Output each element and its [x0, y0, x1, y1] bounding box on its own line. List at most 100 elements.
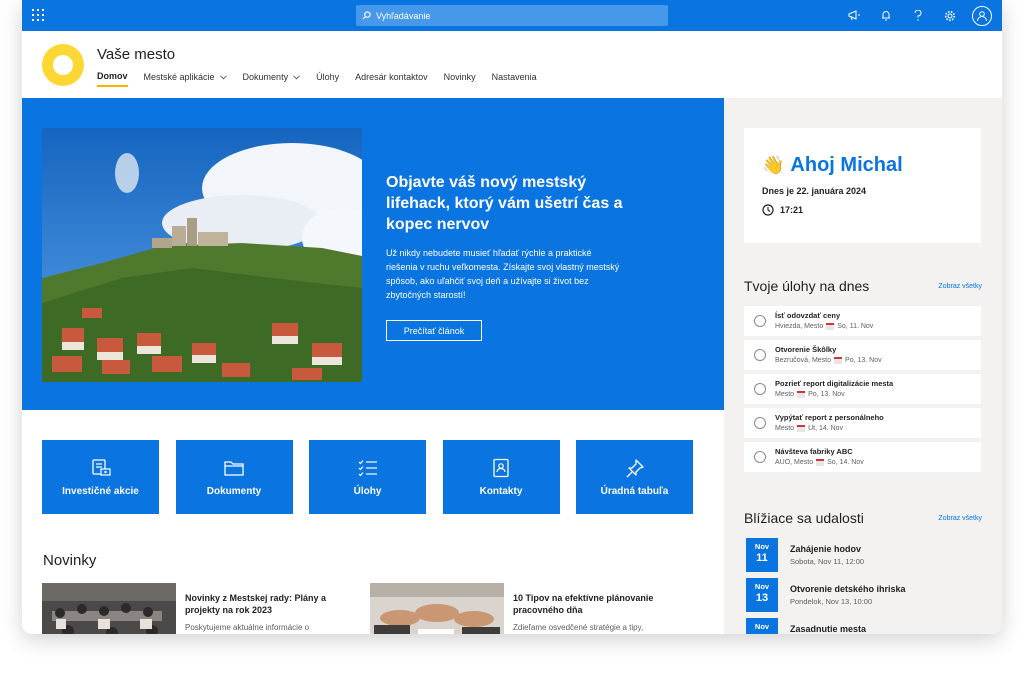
- task-location: AUO, Mesto: [775, 459, 814, 466]
- news-excerpt: Poskytujeme aktuálne informácie o plánoc…: [185, 623, 310, 632]
- site-header: Vaše mesto Domov Mestské aplikácie Dokum…: [22, 31, 1002, 98]
- task-list: Ísť odovzdať ceny Hviezda, Mesto So, 11. N…: [744, 306, 981, 476]
- nav-item-novinky[interactable]: Novinky: [444, 71, 476, 87]
- task-location: Bezručová, Mesto: [775, 357, 832, 364]
- task-date: So, 11. Nov: [837, 323, 874, 330]
- task-checkbox[interactable]: [754, 349, 766, 361]
- task-item[interactable]: Návšteva fabriky ABC AUO, Mesto So, 14. No…: [744, 442, 981, 472]
- calendar-icon: [797, 425, 806, 432]
- task-item[interactable]: Ísť odovzdať ceny Hviezda, Mesto So, 11. N…: [744, 306, 981, 336]
- news-thumbnail: [42, 583, 176, 634]
- gear-icon[interactable]: [934, 10, 966, 22]
- quick-link-label: Úlohy: [353, 485, 382, 497]
- task-checkbox[interactable]: [754, 417, 766, 429]
- hero-image[interactable]: [42, 128, 362, 382]
- task-name: Vypýtať report z personálneho: [775, 413, 884, 422]
- folder-icon: [224, 460, 244, 476]
- nav-label: Úlohy: [316, 72, 340, 82]
- task-date: Ut, 14. Nov: [808, 425, 844, 432]
- quick-link-dokumenty[interactable]: Dokumenty: [175, 440, 293, 514]
- quick-link-uradna-tabula[interactable]: Úradná tabuľa: [576, 440, 693, 514]
- task-name: Otvorenie Škôlky: [775, 345, 837, 354]
- news-card[interactable]: 10 Tipov na efektívne plánovanie pracovn…: [370, 583, 663, 634]
- quick-link-kontakty[interactable]: Kontakty: [442, 440, 560, 514]
- nav-item-mestske-aplikacie[interactable]: Mestské aplikácie: [144, 71, 227, 87]
- task-meta: Mesto Ut, 14. Nov: [775, 425, 843, 432]
- quick-link-label: Úradná tabuľa: [600, 485, 669, 497]
- suite-bar: Vyhľadávanie: [22, 0, 1002, 31]
- nav-item-domov[interactable]: Domov: [97, 71, 128, 87]
- contact-icon: [493, 458, 509, 477]
- task-date: Po, 13. Nov: [808, 391, 845, 398]
- event-item[interactable]: Nov Zasadnutie mesta: [744, 618, 981, 634]
- search-box[interactable]: Vyhľadávanie: [356, 5, 668, 26]
- site-logo[interactable]: [42, 44, 84, 86]
- task-date: Po, 13. Nov: [845, 357, 882, 364]
- event-name: Zahájenie hodov: [790, 544, 862, 554]
- event-month: Nov: [754, 582, 770, 591]
- greeting-time-value: 17:21: [780, 205, 804, 215]
- quick-link-ulohy[interactable]: Úlohy: [309, 440, 426, 514]
- tasks-show-all-link[interactable]: Zobraz všetky: [938, 283, 982, 290]
- task-name: Pozrieť report digitalizácie mesta: [775, 379, 894, 388]
- help-icon[interactable]: [902, 10, 934, 21]
- event-item[interactable]: Nov 11 Zahájenie hodov Sobota, Nov 11, 12…: [744, 538, 981, 578]
- hero-banner: Objavte váš nový mestský lifehack, ktorý…: [22, 98, 724, 410]
- event-item[interactable]: Nov 13 Otvorenie detského ihriska Pondelo…: [744, 578, 981, 618]
- nav-label: Novinky: [443, 72, 476, 82]
- task-checkbox[interactable]: [754, 383, 766, 395]
- waffle-icon[interactable]: [32, 9, 44, 21]
- task-meta: Bezručová, Mesto Po, 13. Nov: [775, 357, 882, 364]
- news-thumbnail: [370, 583, 504, 634]
- nav-label: Dokumenty: [242, 72, 289, 82]
- nav-label: Adresár kontaktov: [355, 72, 428, 82]
- megaphone-icon[interactable]: [838, 10, 870, 21]
- pin-icon: [626, 458, 644, 477]
- tasklist-icon: [358, 459, 377, 476]
- calendar-icon: [834, 357, 843, 364]
- read-article-button[interactable]: Prečítať článok: [386, 320, 482, 341]
- news-headline: Novinky z Mestskej rady: Plány a projekt…: [185, 593, 327, 615]
- greeting-title: 👋 Ahoj Michal: [762, 154, 903, 177]
- event-date-badge: Nov 13: [746, 578, 778, 612]
- quick-link-investicne-akcie[interactable]: Investičné akcie: [42, 440, 159, 514]
- account-button[interactable]: [966, 5, 998, 26]
- bell-icon[interactable]: [870, 10, 902, 21]
- task-item[interactable]: Otvorenie Škôlky Bezručová, Mesto Po, 13. …: [744, 340, 981, 370]
- site-title: Vaše mesto: [97, 46, 176, 63]
- greeting-time: 17:21: [762, 204, 803, 216]
- task-meta: Hviezda, Mesto So, 11. Nov: [775, 323, 873, 330]
- events-show-all-link[interactable]: Zobraz všetky: [938, 515, 982, 522]
- waving-hand-icon: 👋: [762, 155, 785, 175]
- news-card[interactable]: Novinky z Mestskej rady: Plány a projekt…: [42, 583, 335, 634]
- event-name: Zasadnutie mesta: [790, 624, 867, 634]
- task-checkbox[interactable]: [754, 451, 766, 463]
- calendar-icon: [816, 459, 825, 466]
- event-month: Nov: [754, 542, 770, 551]
- tasks-section-title: Tvoje úlohy na dnes: [744, 278, 870, 294]
- greeting-text: Ahoj Michal: [790, 154, 903, 176]
- calendar-icon: [797, 391, 806, 398]
- quick-link-label: Investičné akcie: [62, 485, 139, 497]
- task-item[interactable]: Vypýtať report z personálneho Mesto Ut, 14…: [744, 408, 981, 438]
- search-icon: [362, 11, 371, 20]
- news-headline: 10 Tipov na efektívne plánovanie pracovn…: [513, 593, 654, 615]
- nav-item-dokumenty[interactable]: Dokumenty: [243, 71, 301, 87]
- task-checkbox[interactable]: [754, 315, 766, 327]
- task-location: Hviezda, Mesto: [775, 323, 824, 330]
- chevron-down-icon: [293, 74, 300, 80]
- quick-links: Investičné akcie Dokumenty Úlohy Kontakt…: [42, 440, 710, 514]
- site-navigation: Domov Mestské aplikácie Dokumenty Úlohy …: [97, 71, 553, 87]
- avatar-icon: [972, 5, 992, 26]
- app-window: Vyhľadávanie Vaše mesto Domov Mestské ap…: [22, 0, 1002, 634]
- task-date: So, 14. Nov: [827, 459, 864, 466]
- event-date-badge: Nov: [746, 618, 778, 634]
- nav-item-adresar-kontaktov[interactable]: Adresár kontaktov: [355, 71, 428, 87]
- greeting-card: 👋 Ahoj Michal Dnes je 22. januára 2024 1…: [744, 128, 981, 243]
- event-day: 13: [755, 592, 769, 604]
- task-item[interactable]: Pozrieť report digitalizácie mesta Mesto P…: [744, 374, 981, 404]
- event-name: Otvorenie detského ihriska: [790, 584, 906, 594]
- nav-item-nastavenia[interactable]: Nastavenia: [492, 71, 537, 87]
- nav-item-ulohy[interactable]: Úlohy: [316, 71, 339, 87]
- search-placeholder: Vyhľadávanie: [376, 10, 431, 21]
